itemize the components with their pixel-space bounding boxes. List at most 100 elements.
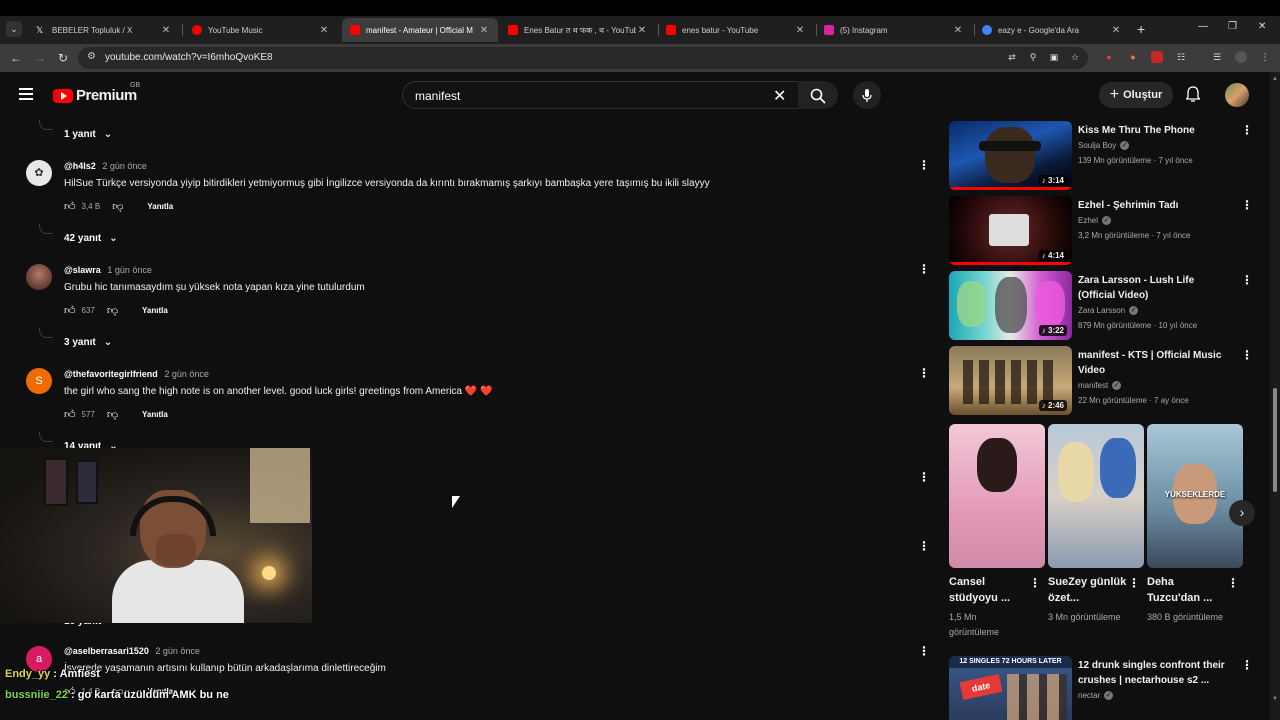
omnibox[interactable]: ⚙ youtube.com/watch?v=I6mhoQvoKE8	[78, 47, 1088, 69]
video-thumbnail[interactable]: ♪ 3:14	[949, 121, 1072, 190]
clear-search-icon[interactable]: ✕	[773, 86, 786, 106]
voice-search-button[interactable]	[853, 81, 881, 109]
youtube-premium-logo[interactable]: Premium GB	[53, 82, 140, 104]
window-close-icon[interactable]: ✕	[1258, 21, 1266, 32]
reload-icon[interactable]: ↻	[58, 51, 68, 65]
tab-enes-batur-search[interactable]: enes batur - YouTube ✕	[658, 18, 814, 42]
more-icon[interactable]: ⋮	[918, 262, 930, 276]
comment-time[interactable]: 1 gün önce	[107, 265, 152, 275]
tab-youtube-music[interactable]: YouTube Music ✕	[184, 18, 338, 42]
close-icon[interactable]: ✕	[794, 25, 806, 36]
more-icon[interactable]: ⋮	[1227, 576, 1239, 590]
minimize-icon[interactable]: —	[1198, 21, 1208, 32]
close-icon[interactable]: ✕	[160, 25, 172, 36]
video-title[interactable]: manifest - KTS | Official Music Video	[1078, 348, 1230, 378]
more-icon[interactable]: ⋮	[918, 539, 930, 553]
search-button[interactable]	[798, 81, 838, 109]
scrollbar-thumb[interactable]	[1273, 388, 1277, 492]
close-icon[interactable]: ✕	[1110, 25, 1122, 36]
reply-button[interactable]: Yanıtla	[142, 306, 168, 315]
tab-enes-batur-video[interactable]: Enes Batur त थ फक , थ - YouTube ✕	[500, 18, 656, 42]
channel-name[interactable]: manifest	[1078, 381, 1108, 390]
more-icon[interactable]: ⋮	[1029, 576, 1041, 590]
avatar[interactable]	[26, 264, 52, 290]
create-button[interactable]: + Oluştur	[1099, 82, 1173, 108]
media-control-icon[interactable]: ☰	[1211, 51, 1223, 63]
avatar[interactable]: ✿	[26, 160, 52, 186]
new-tab-button[interactable]: +	[1137, 21, 1145, 37]
channel-name[interactable]: Ezhel	[1078, 216, 1098, 225]
related-video[interactable]: ♪ 3:22 Zara Larsson - Lush Life (Officia…	[949, 271, 1259, 343]
tab-bebeler[interactable]: 𝕏 BEBELER Topluluk / X ✕	[28, 18, 180, 42]
comment-author[interactable]: @aselberrasari1520	[64, 646, 149, 656]
more-icon[interactable]: ⋮	[918, 158, 930, 172]
extension-box-icon[interactable]	[1151, 51, 1163, 63]
close-icon[interactable]: ✕	[318, 25, 330, 36]
zoom-icon[interactable]: ⚲	[1027, 51, 1039, 63]
comment-author[interactable]: @h4ls2	[64, 161, 96, 171]
video-thumbnail[interactable]: 12 SINGLES 72 HOURS LATER date	[949, 656, 1072, 720]
hamburger-icon[interactable]	[19, 88, 33, 100]
search-input[interactable]: manifest ✕	[402, 81, 802, 109]
reply-button[interactable]: Yanıtla	[147, 202, 173, 211]
replies-toggle[interactable]: 3 yanıt ⌄	[64, 337, 112, 348]
more-icon[interactable]: ⋮	[1241, 658, 1253, 672]
tab-manifest-active[interactable]: manifest - Amateur | Official M ✕	[342, 18, 498, 42]
bookmark-star-icon[interactable]: ☆	[1069, 51, 1081, 63]
related-video[interactable]: ♪ 3:14 Kiss Me Thru The Phone Soulja Boy…	[949, 121, 1259, 193]
channel-name[interactable]: Zara Larsson	[1078, 306, 1125, 315]
replies-toggle[interactable]: 42 yanıt ⌄	[64, 233, 118, 244]
related-video[interactable]: ♪ 4:14 Ezhel - Şehrimin Tadı Ezhel ✓ 3,2 …	[949, 196, 1259, 268]
dislike-icon[interactable]: 👎︎	[107, 304, 118, 317]
browser-menu-icon[interactable]: ⋮	[1259, 51, 1271, 63]
channel-name[interactable]: nectar	[1078, 691, 1100, 700]
video-title[interactable]: Zara Larsson - Lush Life (Official Video…	[1078, 273, 1230, 303]
like-icon[interactable]: 👍︎	[64, 408, 76, 421]
tab-google[interactable]: eazy e - Google'da Ara ✕	[974, 18, 1130, 42]
replies-toggle[interactable]: 1 yanıt ⌄	[64, 129, 112, 140]
related-video[interactable]: ♪ 2:46 manifest - KTS | Official Music V…	[949, 346, 1259, 418]
more-icon[interactable]: ⋮	[1241, 348, 1253, 362]
maximize-icon[interactable]: ❐	[1228, 21, 1237, 32]
avatar[interactable]: S	[26, 368, 52, 394]
video-title[interactable]: Ezhel - Şehrimin Tadı	[1078, 198, 1230, 213]
close-icon[interactable]: ✕	[478, 25, 490, 36]
video-thumbnail[interactable]: ♪ 2:46	[949, 346, 1072, 415]
short-thumbnail[interactable]: YÜKSEKLERDE	[1147, 424, 1243, 568]
comment-author[interactable]: @slawra	[64, 265, 101, 275]
more-icon[interactable]: ⋮	[918, 644, 930, 658]
more-icon[interactable]: ⋮	[1128, 576, 1140, 590]
profile-icon[interactable]	[1235, 51, 1247, 63]
close-icon[interactable]: ✕	[636, 25, 648, 36]
translate-icon[interactable]: ⇄	[1006, 51, 1018, 63]
comment-time[interactable]: 2 gün önce	[155, 646, 200, 656]
tab-search-button[interactable]: ⌄	[6, 21, 22, 37]
more-icon[interactable]: ⋮	[1241, 273, 1253, 287]
account-avatar[interactable]	[1225, 83, 1249, 107]
short-title[interactable]: Cansel stüdyoyu ...	[949, 574, 1029, 606]
short-thumbnail[interactable]	[1048, 424, 1144, 568]
video-title[interactable]: 12 drunk singles confront their crushes …	[1078, 658, 1230, 688]
video-title[interactable]: Kiss Me Thru The Phone	[1078, 123, 1230, 138]
search-query[interactable]: manifest	[415, 89, 460, 103]
related-video[interactable]: 12 SINGLES 72 HOURS LATER date 12 drunk …	[949, 656, 1259, 720]
url-text[interactable]: youtube.com/watch?v=I6mhoQvoKE8	[105, 52, 273, 63]
video-thumbnail[interactable]: ♪ 3:22	[949, 271, 1072, 340]
channel-name[interactable]: Soulja Boy	[1078, 141, 1116, 150]
short-title[interactable]: SueZey günlük özet...	[1048, 574, 1128, 606]
comment-time[interactable]: 2 gün önce	[164, 369, 209, 379]
reply-button[interactable]: Yanıtla	[142, 410, 168, 419]
back-icon[interactable]: ←	[10, 51, 22, 65]
short-title[interactable]: Deha Tuzcu'dan ...	[1147, 574, 1227, 606]
page-scrollbar[interactable]: ▲ ▼	[1270, 72, 1280, 720]
site-info-icon[interactable]: ⚙	[87, 51, 96, 62]
comment-time[interactable]: 2 gün önce	[102, 161, 147, 171]
video-thumbnail[interactable]: ♪ 4:14	[949, 196, 1072, 265]
comment-author[interactable]: @thefavoritegirlfriend	[64, 369, 158, 379]
more-icon[interactable]: ⋮	[1241, 123, 1253, 137]
extension-red-icon[interactable]: ●	[1103, 51, 1115, 63]
like-icon[interactable]: 👍︎	[64, 304, 76, 317]
more-icon[interactable]: ⋮	[1241, 198, 1253, 212]
short-thumbnail[interactable]	[949, 424, 1045, 568]
forward-icon[interactable]: →	[34, 51, 46, 65]
